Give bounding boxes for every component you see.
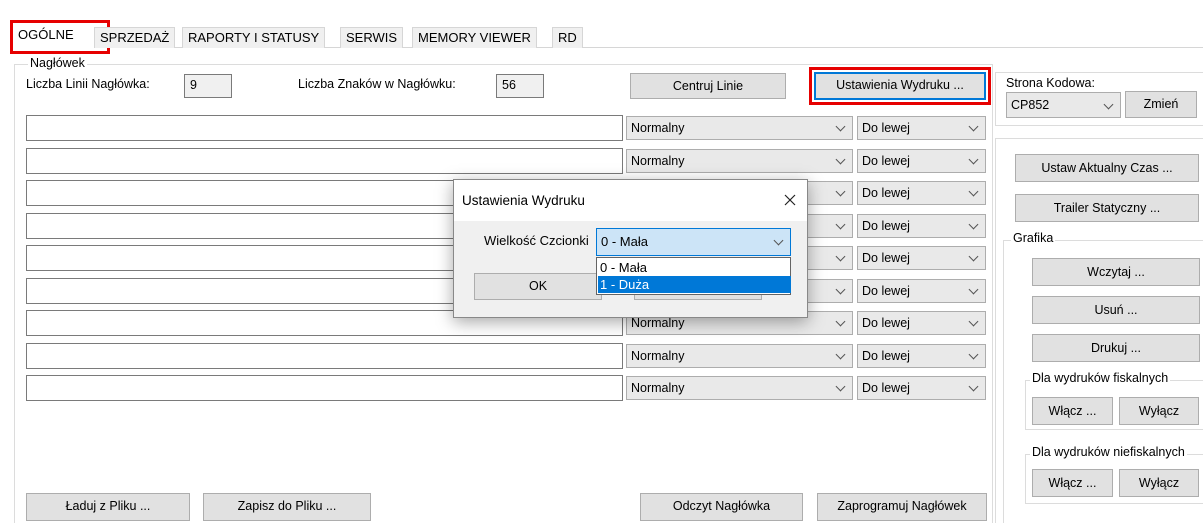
dialog-title: Ustawienia Wydruku	[462, 193, 585, 208]
chevron-down-icon	[836, 345, 846, 367]
header-line-input[interactable]	[26, 147, 623, 174]
graphics-legend: Grafika	[1011, 231, 1056, 245]
change-codepage-button[interactable]: Zmień	[1125, 91, 1197, 118]
chevron-down-icon	[836, 247, 846, 269]
lines-count-field: 9	[184, 74, 232, 98]
line-align-select[interactable]: Do lewej	[857, 343, 986, 368]
codepage-select[interactable]: CP852	[1006, 92, 1121, 118]
chevron-down-icon	[969, 182, 979, 204]
print-settings-dialog: Ustawienia Wydruku Wielkość Czcionki 0 -…	[453, 179, 808, 318]
chevron-down-icon	[836, 182, 846, 204]
font-size-value: 0 - Mała	[601, 234, 648, 249]
fiscal-disable-button[interactable]: Wyłącz	[1119, 397, 1199, 425]
header-line-input[interactable]	[26, 115, 623, 141]
save-to-file-button[interactable]: Zapisz do Pliku ...	[203, 493, 371, 521]
tab-memory-viewer[interactable]: MEMORY VIEWER	[412, 27, 537, 48]
line-align-select[interactable]: Do lewej	[857, 148, 986, 173]
chevron-down-icon	[836, 280, 846, 302]
line-style-select[interactable]: Normalny	[626, 148, 853, 173]
delete-graphic-button[interactable]: Usuń ...	[1032, 296, 1200, 324]
chevron-down-icon	[836, 312, 846, 334]
line-align-select[interactable]: Do lewej	[857, 181, 986, 205]
line-style-value: Normalny	[631, 121, 685, 135]
center-lines-button[interactable]: Centruj Linie	[630, 73, 786, 99]
line-align-value: Do lewej	[862, 153, 910, 168]
load-from-file-button[interactable]: Ładuj z Pliku ...	[26, 493, 190, 521]
line-align-value: Do lewej	[862, 251, 910, 265]
nonfiscal-disable-button[interactable]: Wyłącz	[1119, 469, 1199, 497]
line-align-value: Do lewej	[862, 218, 910, 233]
nonfiscal-legend: Dla wydruków niefiskalnych	[1030, 445, 1187, 459]
line-style-value: Normalny	[631, 153, 685, 168]
tab-rd[interactable]: RD	[552, 27, 583, 48]
header-line-input[interactable]	[26, 342, 623, 369]
ok-button[interactable]: OK	[474, 273, 602, 300]
tab-raporty-i-statusy[interactable]: RAPORTY I STATUSY	[182, 27, 326, 48]
chevron-down-icon	[969, 150, 979, 172]
chars-count-label: Liczba Znaków w Nagłówku:	[298, 77, 456, 91]
line-align-value: Do lewej	[862, 121, 910, 135]
fiscal-enable-button[interactable]: Włącz ...	[1032, 397, 1113, 425]
line-align-select[interactable]: Do lewej	[857, 213, 986, 238]
chevron-down-icon	[969, 117, 979, 139]
chars-count-field: 56	[496, 74, 544, 98]
lines-count-label: Liczba Linii Nagłówka:	[26, 77, 150, 91]
line-align-value: Do lewej	[862, 186, 910, 200]
chevron-down-icon	[969, 312, 979, 334]
load-graphic-button[interactable]: Wczytaj ...	[1032, 258, 1200, 286]
chevron-down-icon	[836, 377, 846, 399]
static-trailer-button[interactable]: Trailer Statyczny ...	[1015, 194, 1199, 222]
font-size-select[interactable]: 0 - Mała	[596, 228, 791, 256]
program-header-button[interactable]: Zaprogramuj Nagłówek	[817, 493, 987, 521]
chevron-down-icon	[836, 150, 846, 172]
chevron-down-icon	[836, 117, 846, 139]
chevron-down-icon	[969, 345, 979, 367]
line-align-select[interactable]: Do lewej	[857, 376, 986, 400]
line-align-select[interactable]: Do lewej	[857, 278, 986, 303]
header-group-legend: Nagłówek	[28, 56, 87, 70]
chevron-down-icon	[969, 247, 979, 269]
line-align-select[interactable]: Do lewej	[857, 116, 986, 140]
tab-serwis[interactable]: SERWIS	[340, 27, 404, 48]
line-align-select[interactable]: Do lewej	[857, 246, 986, 270]
line-style-value: Normalny	[631, 316, 685, 330]
font-size-label: Wielkość Czcionki	[484, 233, 589, 248]
codepage-value: CP852	[1011, 98, 1050, 112]
codepage-label: Strona Kodowa:	[1006, 76, 1095, 90]
line-style-select[interactable]: Normalny	[626, 376, 853, 400]
chevron-down-icon	[1104, 95, 1114, 117]
chevron-down-icon	[969, 377, 979, 399]
chevron-down-icon	[836, 215, 846, 237]
line-style-value: Normalny	[631, 348, 685, 363]
line-align-value: Do lewej	[862, 381, 910, 395]
line-align-select[interactable]: Do lewej	[857, 311, 986, 335]
line-style-value: Normalny	[631, 381, 685, 395]
print-graphic-button[interactable]: Drukuj ...	[1032, 334, 1200, 362]
line-style-select[interactable]: Normalny	[626, 116, 853, 140]
chevron-down-icon	[969, 215, 979, 237]
line-style-select[interactable]: Normalny	[626, 343, 853, 368]
line-align-value: Do lewej	[862, 316, 910, 330]
read-header-button[interactable]: Odczyt Nagłówka	[640, 493, 803, 521]
font-size-option-large[interactable]: 1 - Duża	[598, 276, 791, 293]
set-time-button[interactable]: Ustaw Aktualny Czas ...	[1015, 154, 1199, 182]
nonfiscal-enable-button[interactable]: Włącz ...	[1032, 469, 1113, 497]
line-align-value: Do lewej	[862, 283, 910, 298]
font-size-option-small[interactable]: 0 - Mała	[598, 259, 791, 276]
header-line-input[interactable]	[26, 375, 623, 401]
chevron-down-icon	[774, 231, 784, 253]
chevron-down-icon	[969, 280, 979, 302]
tab-sprzedaz[interactable]: SPRZEDAŻ	[94, 27, 176, 48]
line-align-value: Do lewej	[862, 348, 910, 363]
font-size-dropdown-list: 0 - Mała 1 - Duża	[596, 257, 791, 295]
fiscal-legend: Dla wydruków fiskalnych	[1030, 371, 1171, 385]
close-icon[interactable]	[776, 186, 804, 214]
print-settings-button[interactable]: Ustawienia Wydruku ...	[814, 72, 986, 100]
